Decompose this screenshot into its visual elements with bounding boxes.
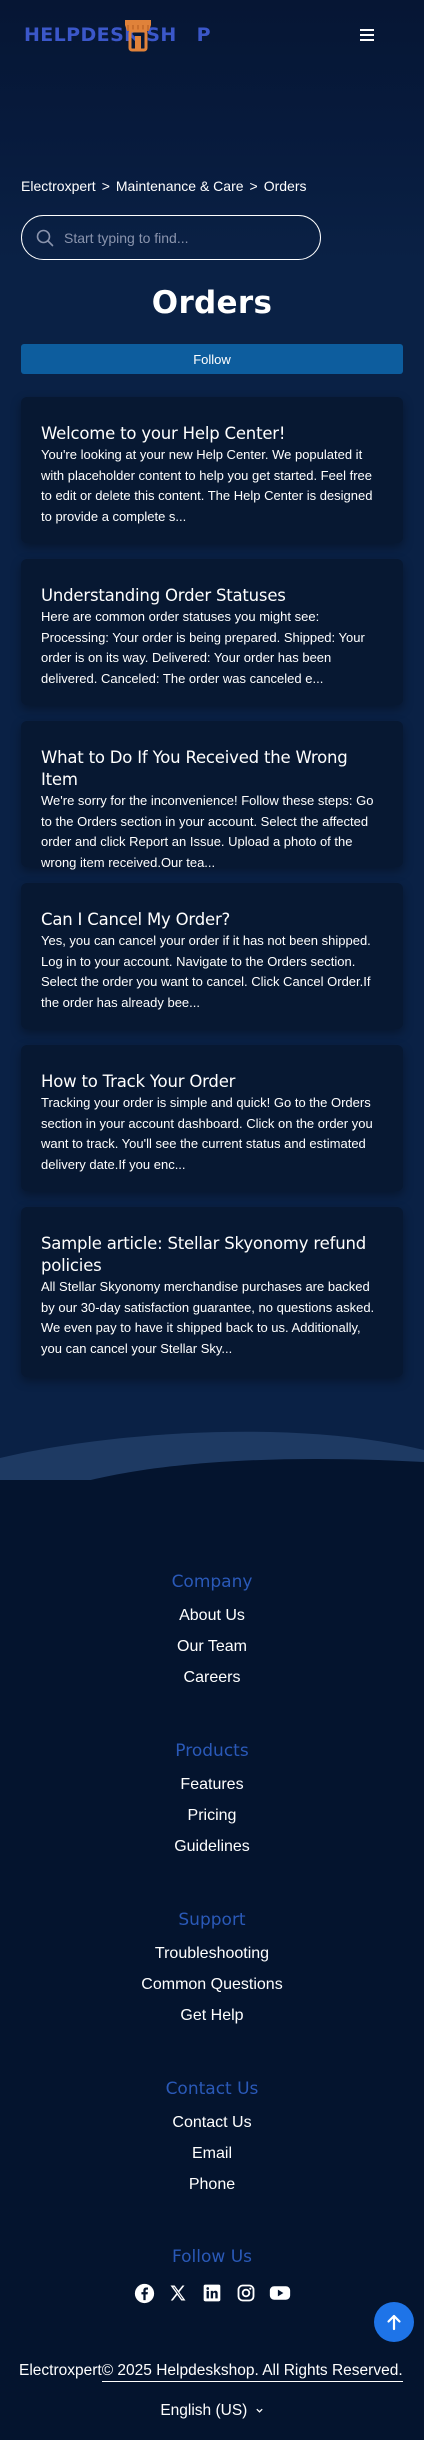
article-excerpt: Here are common order statuses you might… [41, 609, 365, 686]
footer-heading: Products [175, 1741, 249, 1761]
copyright-notice: Electroxpert© 2025 Helpdeskshop. All Rig… [19, 2362, 403, 2382]
footer-link-features[interactable]: Features [0, 1775, 424, 1795]
breadcrumb: Electroxpert > Maintenance & Care > Orde… [21, 178, 307, 194]
search-icon [36, 229, 54, 246]
article-excerpt: Yes, you can cancel your order if it has… [41, 933, 371, 1010]
footer-follow-section: Follow Us [0, 2247, 424, 2267]
search-input[interactable] [64, 229, 294, 246]
footer-company-section: Company About Us Our Team Careers [0, 1572, 424, 1688]
footer-contact-section: Contact Us Contact Us Email Phone [0, 2079, 424, 2195]
footer-heading: Contact Us [165, 2079, 259, 2099]
hamburger-menu-icon[interactable] [356, 24, 378, 46]
copyright-link[interactable]: © 2025 Helpdeskshop. All Rights Reserved… [101, 2362, 403, 2382]
search-box [21, 215, 321, 260]
footer-link-careers[interactable]: Careers [0, 1668, 424, 1688]
article-title[interactable]: Understanding Order Statuses [41, 585, 383, 607]
chevron-down-icon [256, 2408, 263, 2413]
footer-link-get-help[interactable]: Get Help [0, 2006, 424, 2026]
article-title[interactable]: Welcome to your Help Center! [41, 423, 383, 445]
article-card[interactable]: How to Track Your Order Tracking your or… [21, 1045, 403, 1191]
article-excerpt: Tracking your order is simple and quick!… [41, 1095, 373, 1172]
footer-link-common-questions[interactable]: Common Questions [0, 1975, 424, 1995]
page-title: Orders [151, 285, 273, 321]
youtube-icon[interactable] [269, 2282, 291, 2304]
article-title[interactable]: How to Track Your Order [41, 1071, 383, 1093]
language-selector[interactable]: English (US) [0, 2402, 424, 2420]
breadcrumb-separator: > [249, 178, 258, 194]
article-card[interactable]: Welcome to your Help Center! You're look… [21, 397, 403, 543]
site-logo[interactable]: HELPDESK SH P [24, 18, 211, 52]
breadcrumb-item-orders[interactable]: Orders [264, 178, 307, 194]
instagram-icon[interactable] [235, 2282, 257, 2304]
breadcrumb-item-maintenance-care[interactable]: Maintenance & Care [116, 178, 244, 194]
article-title[interactable]: Can I Cancel My Order? [41, 909, 383, 931]
arrow-up-icon [387, 2314, 401, 2331]
footer-link-phone[interactable]: Phone [0, 2175, 424, 2195]
footer-link-contact-us[interactable]: Contact Us [0, 2113, 424, 2133]
article-excerpt: We're sorry for the inconvenience! Follo… [41, 793, 374, 870]
footer-link-email[interactable]: Email [0, 2144, 424, 2164]
language-label: English (US) [160, 2402, 248, 2419]
linkedin-icon[interactable] [201, 2282, 223, 2304]
facebook-icon[interactable] [133, 2282, 155, 2304]
breadcrumb-item-electroxpert[interactable]: Electroxpert [21, 178, 96, 194]
footer-products-section: Products Features Pricing Guidelines [0, 1741, 424, 1857]
follow-button[interactable]: Follow [21, 344, 403, 374]
footer-link-guidelines[interactable]: Guidelines [0, 1837, 424, 1857]
article-card[interactable]: Can I Cancel My Order? Yes, you can canc… [21, 883, 403, 1029]
breadcrumb-separator: > [101, 178, 110, 194]
site-header: HELPDESK SH P [0, 0, 424, 70]
logo-wordmark: HELPDESK SH P [24, 24, 211, 46]
article-card[interactable]: Understanding Order Statuses Here are co… [21, 559, 403, 705]
shop-awning-icon [125, 20, 151, 52]
article-card[interactable]: Sample article: Stellar Skyonomy refund … [21, 1207, 403, 1377]
footer-heading: Company [171, 1572, 253, 1592]
article-excerpt: You're looking at your new Help Center. … [41, 447, 373, 524]
footer-link-our-team[interactable]: Our Team [0, 1637, 424, 1657]
footer-heading: Support [178, 1910, 246, 1930]
x-twitter-icon[interactable] [167, 2282, 189, 2304]
footer-support-section: Support Troubleshooting Common Questions… [0, 1910, 424, 2026]
scroll-to-top-button[interactable] [374, 2302, 414, 2342]
footer-link-pricing[interactable]: Pricing [0, 1806, 424, 1826]
social-links [0, 2282, 424, 2304]
footer-link-about-us[interactable]: About Us [0, 1606, 424, 1626]
article-card[interactable]: What to Do If You Received the Wrong Ite… [21, 721, 403, 870]
copyright-company: Electroxpert [19, 2362, 102, 2379]
article-title[interactable]: What to Do If You Received the Wrong Ite… [41, 747, 383, 791]
footer-link-troubleshooting[interactable]: Troubleshooting [0, 1944, 424, 1964]
article-excerpt: All Stellar Skyonomy merchandise purchas… [41, 1279, 375, 1356]
footer-heading: Follow Us [171, 2247, 253, 2267]
article-title[interactable]: Sample article: Stellar Skyonomy refund … [41, 1233, 383, 1277]
